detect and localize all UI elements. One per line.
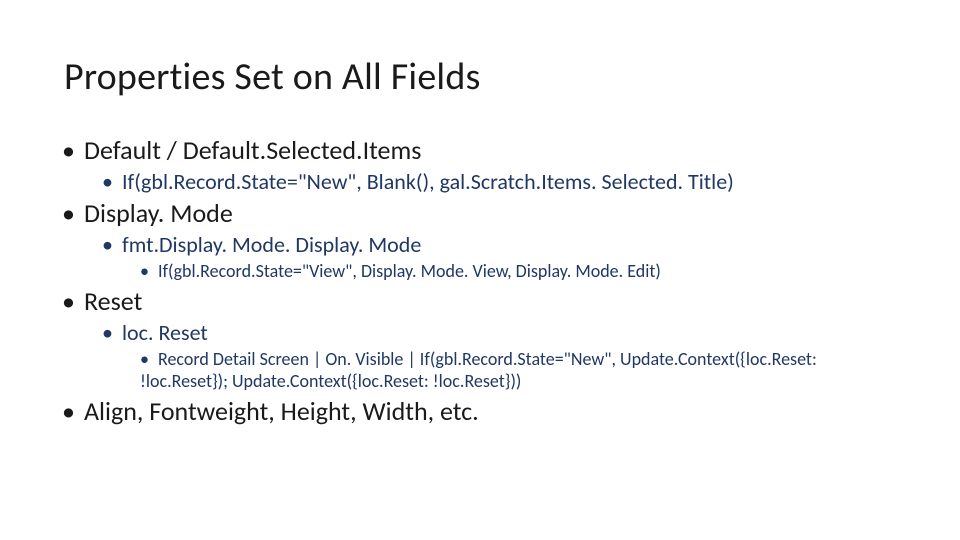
bullet-displaymode-formula: If(gbl.Record.State="View", Display. Mod… <box>140 260 896 283</box>
bullet-text: Align, Fontweight, Height, Width, etc. <box>84 395 479 427</box>
bullet-reset-loc: loc. Reset Record Detail Screen | On. Vi… <box>102 319 896 393</box>
bullet-reset: Reset loc. Reset Record Detail Screen | … <box>64 285 896 393</box>
bullet-text: Default / Default.Selected.Items <box>84 134 421 166</box>
bullet-text: loc. Reset <box>122 319 208 346</box>
bullet-default-formula: If(gbl.Record.State="New", Blank(), gal.… <box>102 168 896 195</box>
slide: Properties Set on All Fields Default / D… <box>0 0 960 540</box>
bullet-reset-formula: Record Detail Screen | On. Visible | If(… <box>140 348 896 393</box>
bullet-text: Record Detail Screen | On. Visible | If(… <box>140 348 817 393</box>
bullet-text: If(gbl.Record.State="View", Display. Mod… <box>158 260 661 282</box>
slide-title: Properties Set on All Fields <box>64 54 896 100</box>
bullet-displaymode-fmt: fmt.Display. Mode. Display. Mode If(gbl.… <box>102 231 896 283</box>
bullet-text: Display. Mode <box>84 197 233 229</box>
bullet-displaymode: Display. Mode fmt.Display. Mode. Display… <box>64 197 896 283</box>
bullet-text: Reset <box>84 285 142 317</box>
bullet-text: fmt.Display. Mode. Display. Mode <box>122 231 421 258</box>
bullet-list: Default / Default.Selected.Items If(gbl.… <box>64 134 896 427</box>
bullet-text: If(gbl.Record.State="New", Blank(), gal.… <box>122 168 734 195</box>
bullet-align-etc: Align, Fontweight, Height, Width, etc. <box>64 395 896 427</box>
bullet-default: Default / Default.Selected.Items If(gbl.… <box>64 134 896 195</box>
